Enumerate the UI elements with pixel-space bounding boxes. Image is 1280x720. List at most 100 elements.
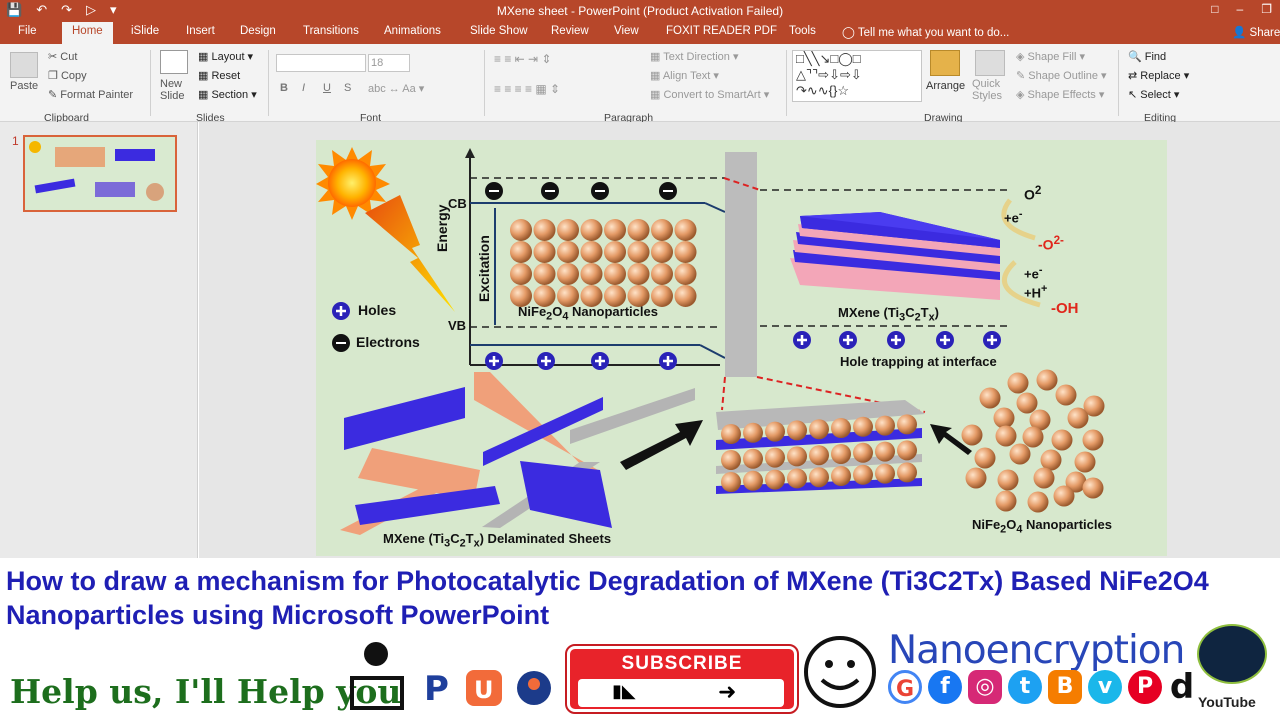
pinterest-icon[interactable]: P [1128, 670, 1162, 704]
donation-box-icon [350, 676, 404, 710]
copy-label: Copy [60, 70, 87, 82]
nanoparticle [604, 263, 626, 285]
copy-button[interactable]: ❐ Copy [48, 69, 87, 82]
shadow-button[interactable]: S [344, 82, 351, 94]
tab-tools[interactable]: Tools [789, 25, 816, 37]
arrange-button[interactable]: Arrange [926, 80, 965, 92]
bold-button[interactable]: B [280, 82, 288, 94]
tab-view[interactable]: View [614, 25, 639, 37]
hand-coin-icon [364, 642, 388, 666]
font-size-input[interactable]: 18 [368, 54, 410, 72]
text-direction-button[interactable]: ▦ Text Direction ▾ [650, 50, 738, 63]
subscribe-button[interactable]: SUBSCRIBE ▮◣ ➜ [565, 644, 799, 714]
nanoparticle-grid [510, 219, 697, 307]
slide-thumbnail[interactable] [23, 135, 177, 212]
tell-me-text: Tell me what you want to do... [857, 27, 1010, 39]
font-more-icon[interactable]: abc ↔ Aa ▾ [368, 82, 424, 95]
find-button[interactable]: 🔍 Find [1128, 50, 1166, 63]
donation-icons: P U [350, 642, 551, 710]
instagram-icon[interactable]: ◎ [968, 670, 1002, 704]
align-text-button[interactable]: ▦ Align Text ▾ [650, 69, 719, 82]
subscribe-bar: ▮◣ ➜ [578, 679, 784, 707]
shape-outline-button[interactable]: ✎ Shape Outline ▾ [1016, 69, 1107, 82]
restore-icon[interactable]: ❐ [1261, 2, 1272, 16]
nanoparticle [875, 463, 895, 484]
nanoparticle [674, 219, 697, 241]
new-slide-button[interactable]: New Slide [160, 78, 196, 102]
minimize-icon[interactable]: – [1237, 2, 1244, 16]
nanoparticle [1009, 443, 1031, 465]
share-label: Share [1249, 27, 1280, 39]
nanoparticle [743, 422, 763, 443]
like-icon: ▮◣ [612, 681, 636, 701]
nanoparticle [1082, 477, 1104, 499]
tab-slide-show[interactable]: Slide Show [470, 25, 528, 37]
nanoparticle [721, 424, 741, 444]
dailymotion-icon[interactable]: d [1165, 670, 1199, 704]
italic-button[interactable]: I [302, 82, 305, 94]
cursor-icon: ↖ [1128, 89, 1138, 101]
tab-review[interactable]: Review [551, 25, 589, 37]
share-button[interactable]: 👤 Share [1232, 25, 1280, 39]
nanoparticle [674, 241, 697, 263]
separator [786, 50, 787, 116]
replace-button[interactable]: ⇄ Replace ▾ [1128, 69, 1189, 82]
zoom-line-left [721, 376, 726, 411]
quick-styles-button[interactable]: Quick Styles [972, 78, 1012, 102]
nanoparticle [651, 219, 673, 241]
sheet [34, 178, 76, 194]
nanoparticle [721, 450, 741, 470]
blogger-icon[interactable]: B [1048, 670, 1082, 704]
tab-foxit[interactable]: FOXIT READER PDF [666, 25, 777, 37]
youtube-logo[interactable]: YouTube [1198, 694, 1256, 710]
nanoparticle [765, 447, 785, 468]
tab-home[interactable]: Home [62, 22, 113, 44]
ribbon-display-icon[interactable]: □ [1211, 2, 1218, 16]
facebook-icon[interactable]: f [928, 670, 962, 704]
electron-add-label-2: +e- [1024, 264, 1043, 282]
shapes-gallery[interactable]: □╲╲↘□◯□ △⌝⌝⇨⇩⇨⇩ ↷∿∿{}☆ [792, 50, 922, 102]
nanoparticle [510, 263, 532, 285]
format-painter-button[interactable]: ✎ Format Painter [48, 88, 133, 101]
align-icons[interactable]: ≡ ≡ ≡ ≡ ▦ ⇕ [494, 82, 560, 96]
select-button[interactable]: ↖ Select ▾ [1128, 88, 1179, 101]
shape-effects-button[interactable]: ◈ Shape Effects ▾ [1016, 88, 1104, 101]
particles-cluster [146, 183, 164, 201]
bullets-icon[interactable]: ≡ ≡ ⇤ ⇥ ⇕ [494, 52, 552, 66]
smartart-button[interactable]: ▦ Convert to SmartArt ▾ [650, 88, 769, 101]
vimeo-icon[interactable]: v [1088, 670, 1122, 704]
google-icon[interactable]: G [888, 670, 922, 704]
tab-transitions[interactable]: Transitions [303, 25, 359, 37]
title-bar: 💾 ↶ ↷ ▷ ▾ MXene sheet - PowerPoint (Prod… [0, 0, 1280, 22]
nanoparticle [557, 263, 579, 285]
underline-button[interactable]: U [323, 82, 331, 94]
twitter-icon[interactable]: t [1008, 670, 1042, 704]
tab-insert[interactable]: Insert [186, 25, 215, 37]
axis-arrow [465, 148, 475, 158]
slide[interactable]: CB VB Energy Excitation Holes Electrons … [316, 140, 1167, 556]
align-text-label: Align Text [662, 70, 711, 82]
font-name-input[interactable] [276, 54, 366, 72]
paste-button[interactable]: Paste [10, 80, 38, 92]
tell-me-input[interactable]: ◯ Tell me what you want to do... [842, 25, 1009, 39]
nanoparticle [557, 241, 579, 263]
tab-islide[interactable]: iSlide [131, 25, 159, 37]
tab-file[interactable]: File [18, 25, 37, 37]
layout-button[interactable]: ▦ Layout ▾ [198, 50, 253, 63]
black-arrow-1 [620, 420, 703, 470]
nanoparticle [809, 419, 829, 440]
section-button[interactable]: ▦ Section ▾ [198, 88, 257, 101]
nanoparticle [1074, 451, 1096, 473]
tab-animations[interactable]: Animations [384, 25, 441, 37]
mxene-stack [115, 149, 155, 161]
electrons [485, 182, 677, 200]
reset-button[interactable]: ▦ Reset [198, 69, 240, 82]
cut-button[interactable]: ✂ Cut [48, 50, 77, 63]
share-arrow-icon: ➜ [718, 679, 737, 704]
tab-design[interactable]: Design [240, 25, 276, 37]
nanoparticle [627, 219, 650, 241]
separator [150, 50, 151, 116]
cb-line-slope [704, 202, 726, 213]
shape-fill-button[interactable]: ◈ Shape Fill ▾ [1016, 50, 1085, 63]
new-slide-icon [160, 50, 188, 74]
